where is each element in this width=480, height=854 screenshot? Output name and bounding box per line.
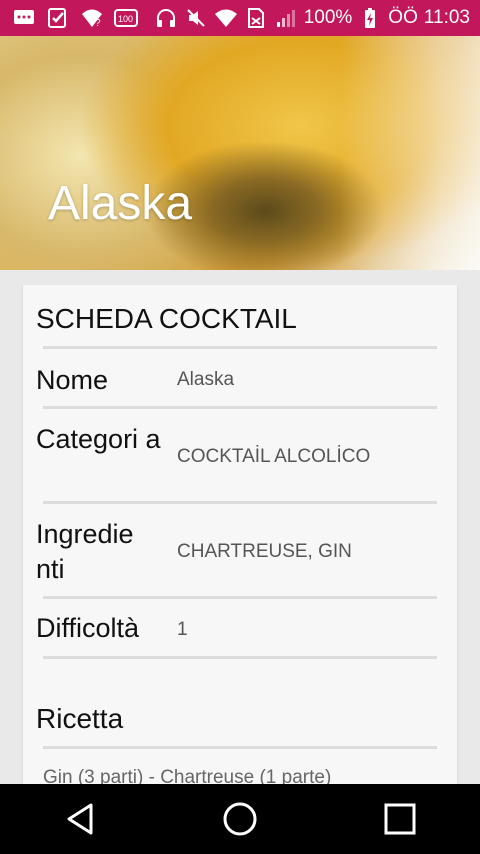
row-value-difficolta: 1 [177,619,188,640]
divider [43,346,437,349]
headphones-icon [154,6,178,30]
row-label-categoria: Categori a [36,424,161,454]
row-label-difficolta: Difficoltà [36,613,140,643]
checklist-icon [46,6,70,30]
row-label-nome: Nome [36,365,109,395]
home-button[interactable] [210,789,270,849]
recipe-title: Ricetta [36,703,124,734]
row-value-ingredienti: CHARTREUSE, GIN [177,541,352,562]
recents-icon [384,803,416,835]
svg-text:100: 100 [118,14,133,24]
divider [43,596,437,599]
hero-image-highlight [340,36,480,270]
clock: 11:03 [423,7,470,28]
status-bar: ? 100 100% ÖÖ 11:03 [0,0,480,36]
divider [43,656,437,659]
battery-percentage: 100% [303,7,353,28]
navigation-bar [0,784,480,854]
divider [43,746,437,749]
battery-charging-icon [358,6,382,30]
sim-icon [244,6,268,30]
message-icon [12,6,36,30]
mute-icon [184,6,208,30]
cocktail-hero-image: Alaska [0,36,480,270]
row-value-nome: Alaska [177,369,235,390]
back-button[interactable] [50,789,110,849]
wifi-icon [214,6,238,30]
divider [43,501,437,504]
divider [43,406,437,409]
badge-100-icon: 100 [114,6,138,30]
status-extra-text: ÖÖ [388,7,418,28]
cocktail-title: Alaska [48,177,193,230]
recents-button[interactable] [370,789,430,849]
row-label-ingredienti: Ingredie nti [36,519,134,584]
wifi-question-icon: ? [80,6,104,30]
home-icon [223,802,257,836]
back-icon [67,803,93,835]
cocktail-info-card: SCHEDA COCKTAIL Nome Alaska Categori a C… [23,285,457,805]
row-value-categoria: COCKTAİL ALCOLİCO [177,446,371,467]
card-header: SCHEDA COCKTAIL [36,303,297,334]
svg-text:?: ? [95,18,101,28]
signal-icon [274,6,298,30]
